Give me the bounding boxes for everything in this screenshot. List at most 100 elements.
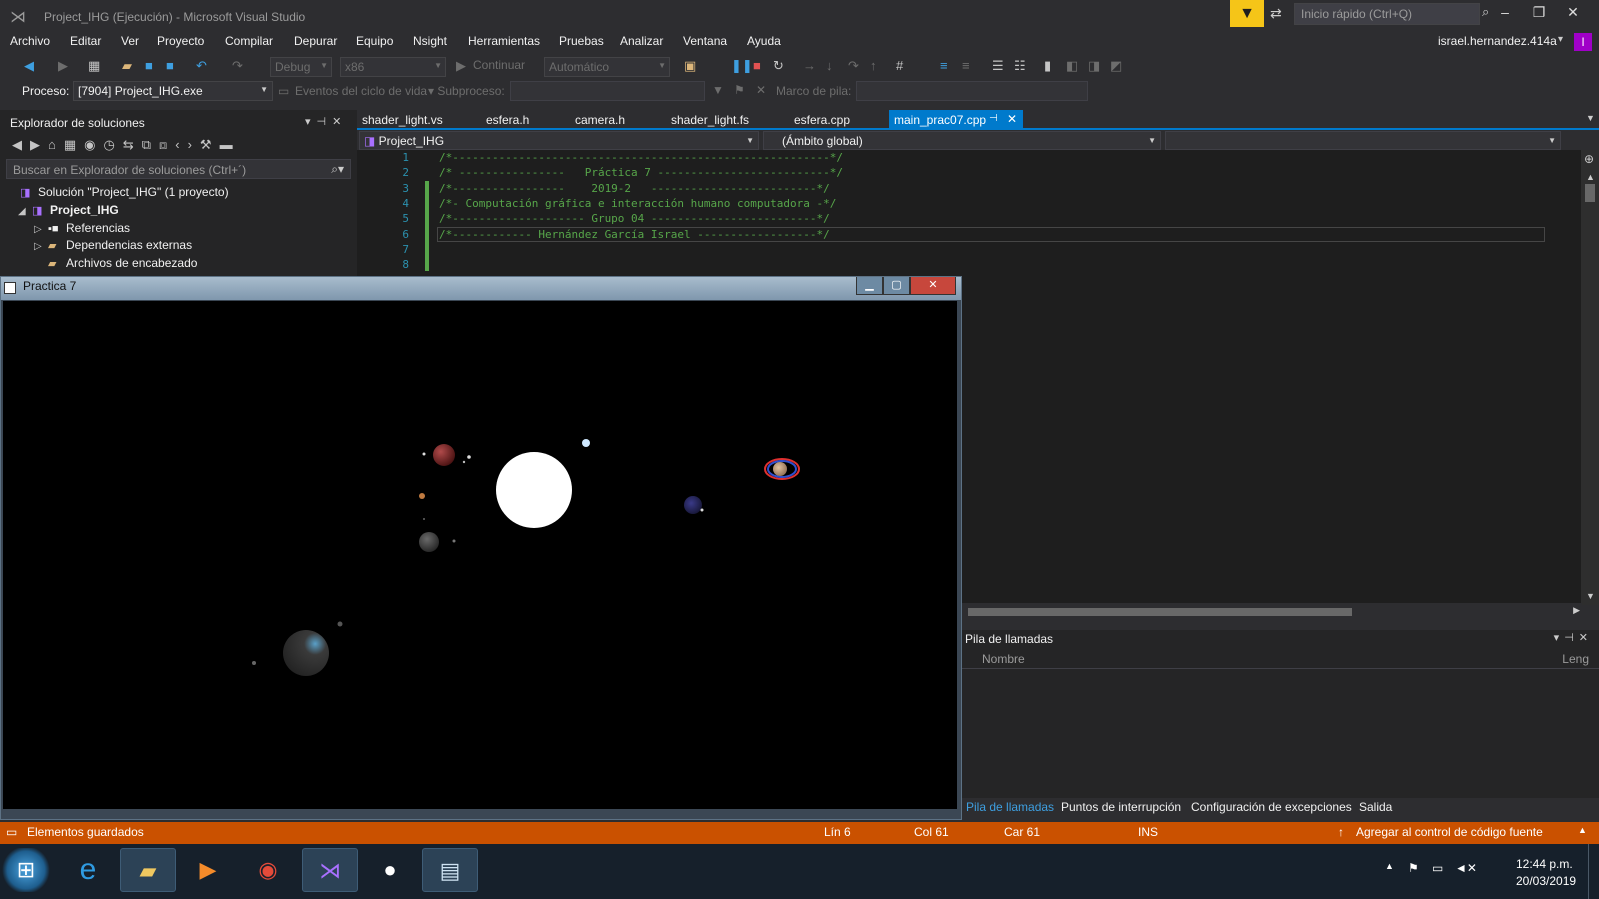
tab-main-prac07-cpp[interactable]: main_prac07.cpp ⊣ ✕ [889,110,1023,130]
gl-window-titlebar[interactable]: Practica 7 ▁ ▢ ✕ [1,277,961,300]
close-button[interactable]: ✕ [1558,4,1588,21]
tree-item-project[interactable]: ◢ ◨ Project_IHG [18,203,119,217]
horizontal-scrollbar[interactable]: ▶ [962,603,1582,621]
thread-select[interactable] [510,81,705,101]
tab-shader-light-fs[interactable]: shader_light.fs [666,110,754,130]
code-line[interactable]: /*-------------------- Grupo 04 --------… [439,212,830,225]
tree-item-external-deps[interactable]: ▷ ▰ Dependencias externas [34,238,192,252]
tree-item-header-files[interactable]: ▰ Archivos de encabezado [48,256,197,270]
process-select[interactable]: [7904] Project_IHG.exe ▼ [73,81,273,101]
minimize-button[interactable]: – [1490,4,1520,20]
file-explorer-icon[interactable]: ▰ [120,848,176,892]
clear-bookmarks-icon[interactable]: ◩ [1110,58,1122,74]
gl-window[interactable]: Practica 7 ▁ ▢ ✕ [0,276,962,820]
media-player-icon[interactable]: ▶ [180,848,236,892]
scroll-up-icon[interactable]: ▲ [1586,172,1595,182]
lifecycle-events-icon[interactable]: ▭ [278,84,289,98]
pin-icon[interactable]: ⊣ [989,113,998,124]
show-hidden-icons[interactable]: ▲ [1385,861,1394,871]
stack-frame-icon[interactable]: ✕ [756,83,766,97]
github-desktop-icon[interactable]: ● [362,848,418,892]
menu-analizar[interactable]: Analizar [620,34,663,48]
column-language[interactable]: Leng [1562,652,1589,666]
menu-ver[interactable]: Ver [121,34,139,48]
panel-controls[interactable]: ▾⊣✕ [1554,631,1593,644]
show-desktop-button[interactable] [1588,844,1599,899]
comment-icon[interactable]: ☰ [992,58,1004,74]
redo-icon[interactable]: ↷ [232,58,243,74]
internet-explorer-icon[interactable]: e [60,848,116,892]
split-icon[interactable]: ⊕ [1584,152,1594,166]
code-line[interactable]: /*------------ Hernández García Israel -… [439,228,830,241]
forward-icon[interactable]: ▶ [58,58,68,74]
volume-muted-icon[interactable]: ◄✕ [1455,861,1477,875]
tree-item-solution[interactable]: ◨ Solución "Project_IHG" (1 proyecto) [20,185,229,199]
save-icon[interactable]: ■ [145,58,153,73]
menu-depurar[interactable]: Depurar [294,34,337,48]
clock-date[interactable]: 20/03/2019 [1516,874,1576,888]
hex-display-icon[interactable]: # [896,58,903,73]
chevron-down-icon[interactable]: ▾ [1558,34,1563,45]
code-line[interactable]: /*--------------------------------------… [439,151,843,164]
new-project-icon[interactable]: ▦ [88,58,100,74]
pause-icon[interactable]: ❚❚ [731,58,753,74]
scroll-down-icon[interactable]: ▼ [1586,591,1595,601]
column-name[interactable]: Nombre [982,652,1025,666]
filter-icon[interactable]: ▼ [712,83,724,97]
network-icon[interactable]: ▭ [1432,861,1443,875]
step-over-icon[interactable]: ↷ [848,58,859,74]
tab-call-stack[interactable]: Pila de llamadas [966,800,1054,814]
menu-archivo[interactable]: Archivo [10,34,50,48]
gl-canvas[interactable] [3,301,957,809]
action-center-flag-icon[interactable]: ⚑ [1408,861,1419,875]
search-icon[interactable]: ⌕▾ [331,162,344,177]
gl-maximize-button[interactable]: ▢ [883,277,910,295]
open-folder-icon[interactable]: ▰ [122,58,132,74]
uncomment-icon[interactable]: ☷ [1014,58,1026,74]
menu-compilar[interactable]: Compilar [225,34,273,48]
scroll-thumb[interactable] [1585,184,1595,202]
platform-select[interactable]: x86 ▼ [340,57,446,77]
chrome-icon[interactable]: ◉ [240,848,296,892]
quick-launch-input[interactable]: Inicio rápido (Ctrl+Q) [1294,3,1480,25]
chevron-up-icon[interactable]: ▲ [1578,825,1587,835]
feedback-icon[interactable]: ⇄ [1270,5,1282,22]
notification-filter-icon[interactable]: ▼ [1230,0,1264,27]
gl-close-button[interactable]: ✕ [910,277,956,295]
menu-ventana[interactable]: Ventana [683,34,727,48]
auto-select[interactable]: Automático ▼ [544,57,670,77]
tab-shader-light-vs[interactable]: shader_light.vs [357,110,448,130]
restart-icon[interactable]: ↻ [773,58,784,74]
code-line[interactable]: /*----------------- 2019-2 -------------… [439,182,830,195]
lifecycle-events-dropdown[interactable]: Eventos del ciclo de vida [295,84,427,98]
maximize-button[interactable]: ❐ [1524,4,1554,21]
scope-dropdown[interactable]: (Ámbito global) ▼ [763,131,1161,150]
step-into-icon[interactable]: ↓ [826,58,833,73]
panel-controls[interactable]: ▾⊣✕ [305,115,347,128]
search-icon[interactable]: ⌕ [1482,4,1489,20]
clock-time[interactable]: 12:44 p.m. [1516,857,1573,871]
code-line[interactable]: /*- Computación gráfica e interacción hu… [439,197,836,210]
align-right-icon[interactable]: ≡ [962,58,970,73]
undo-icon[interactable]: ↶ [196,58,207,74]
bookmark-icon[interactable]: ▮ [1044,58,1051,74]
opengl-app-icon[interactable]: ▤ [422,848,478,892]
tab-esfera-h[interactable]: esfera.h [481,110,534,130]
start-button[interactable]: ⊞ [0,848,52,892]
solution-search-input[interactable]: Buscar en Explorador de soluciones (Ctrl… [6,159,351,179]
tab-camera-h[interactable]: camera.h [570,110,630,130]
code-line[interactable]: /* ---------------- Práctica 7 ---------… [439,166,843,179]
show-next-statement-icon[interactable]: → [803,58,816,73]
menu-equipo[interactable]: Equipo [356,34,393,48]
vertical-scrollbar[interactable]: ⊕ ▲ ▼ [1581,150,1599,605]
back-icon[interactable]: ◀ [24,58,34,74]
continue-button[interactable]: Continuar [473,58,525,72]
tab-output[interactable]: Salida [1359,800,1392,814]
menu-pruebas[interactable]: Pruebas [559,34,604,48]
status-insert-mode[interactable]: INS [1138,825,1158,839]
user-avatar[interactable]: I [1574,33,1592,51]
project-dropdown[interactable]: ◨ Project_IHG ▼ [359,131,759,150]
close-tab-icon[interactable]: ✕ [1007,112,1017,126]
solution-explorer-toolbar[interactable]: ◀▶⌂▦◉◷⇆⧉⧈‹›⚒▬ [12,137,241,153]
scroll-thumb[interactable] [968,608,1352,616]
